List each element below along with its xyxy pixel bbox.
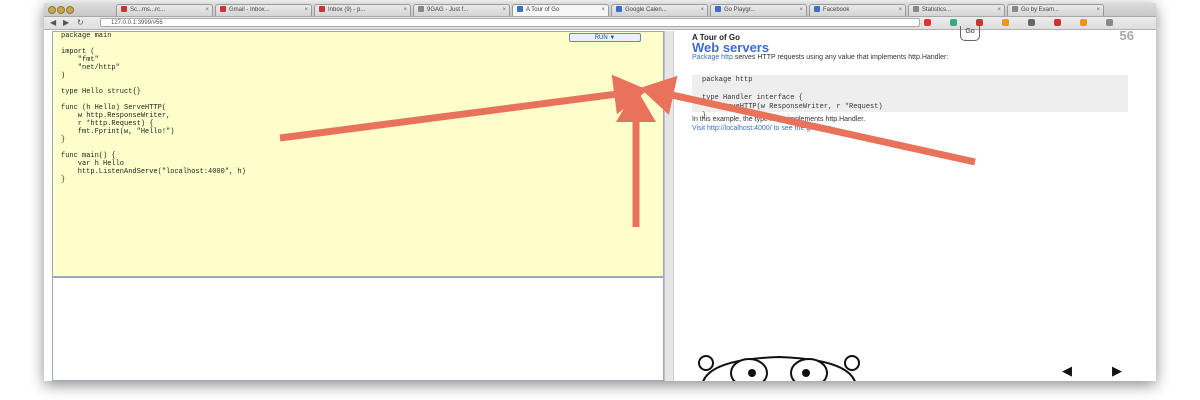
tab-close-icon[interactable]: × — [997, 5, 1001, 16]
browser-tab[interactable]: Inbox (9) - p... × — [314, 4, 411, 16]
go-logo[interactable]: Go — [960, 26, 980, 41]
tab-favicon-icon — [121, 6, 127, 12]
output-panel — [52, 277, 664, 381]
tab-bar: Sc...ms...rc... × Gmail - Inbox... × Inbox (… — [44, 3, 1156, 17]
tab-label: Facebook — [823, 7, 850, 13]
tab-close-icon[interactable]: × — [403, 5, 407, 16]
extension-icon[interactable] — [1054, 19, 1061, 26]
slide-code-box: package http type Handler interface { Se… — [692, 75, 1128, 120]
editor-code[interactable]: package main import ( "fmt" "net/http" )… — [61, 32, 246, 184]
visit-link[interactable]: Visit http://localhost:4000/ to see the … — [692, 124, 834, 133]
tab-favicon-icon — [616, 6, 622, 12]
tab-favicon-icon — [1012, 6, 1018, 12]
extension-icon[interactable] — [1080, 19, 1087, 26]
tab-close-icon[interactable]: × — [205, 5, 209, 16]
tab-label: 9GAG - Just f... — [427, 7, 469, 13]
extension-icon[interactable] — [1028, 19, 1035, 26]
browser-tab[interactable]: A Tour of Go × — [512, 4, 609, 16]
browser-tab[interactable]: Facebook × — [809, 4, 906, 16]
description-text: serves HTTP requests using any value tha… — [732, 54, 949, 61]
tab-close-icon[interactable]: × — [1096, 5, 1100, 16]
tab-favicon-icon — [220, 6, 226, 12]
run-button[interactable]: RUN ▼ — [569, 33, 641, 42]
package-http-link[interactable]: Package http — [692, 54, 733, 61]
browser-tab[interactable]: Sc...ms...rc... × — [116, 4, 213, 16]
tab-close-icon[interactable]: × — [601, 5, 605, 16]
extension-icon[interactable] — [976, 19, 983, 26]
code-editor[interactable]: package main import ( "fmt" "net/http" )… — [52, 31, 664, 277]
tab-favicon-icon — [319, 6, 325, 12]
tab-favicon-icon — [913, 6, 919, 12]
browser-toolbar: ◀ ▶ ↻ 127.0.0.1:3999/#56 — [44, 17, 1156, 30]
extension-icon[interactable] — [1106, 19, 1113, 26]
slide-number[interactable]: 56 — [1120, 28, 1134, 43]
tab-label: Go Playgr... — [724, 7, 756, 13]
tab-label: Inbox (9) - p... — [328, 7, 366, 13]
tab-favicon-icon — [418, 6, 424, 12]
browser-tab[interactable]: Statistics... × — [908, 4, 1005, 16]
forward-button[interactable]: ▶ — [63, 18, 69, 28]
gopher-mascot-icon — [698, 355, 860, 381]
zoom-window-icon[interactable] — [66, 6, 74, 14]
slide-description: Package http serves HTTP requests using … — [692, 53, 1132, 62]
tab-close-icon[interactable]: × — [799, 5, 803, 16]
back-button[interactable]: ◀ — [50, 18, 56, 28]
browser-tab[interactable]: Gmail - Inbox... × — [215, 4, 312, 16]
tab-close-icon[interactable]: × — [700, 5, 704, 16]
extension-icon[interactable] — [1002, 19, 1009, 26]
pane-divider[interactable] — [664, 31, 674, 381]
browser-window: Sc...ms...rc... × Gmail - Inbox... × Inbox (… — [44, 3, 1156, 381]
tab-close-icon[interactable]: × — [502, 5, 506, 16]
tab-label: Statistics... — [922, 7, 952, 13]
tab-label: A Tour of Go — [526, 7, 560, 13]
browser-tab[interactable]: Google Calen... × — [611, 4, 708, 16]
tab-label: Google Calen... — [625, 7, 667, 13]
next-slide-button[interactable]: ▶ — [1112, 364, 1122, 377]
tab-favicon-icon — [715, 6, 721, 12]
previous-slide-button[interactable]: ◀ — [1062, 364, 1072, 377]
tab-label: Go by Exam... — [1021, 7, 1060, 13]
tab-favicon-icon — [814, 6, 820, 12]
tab-label: Gmail - Inbox... — [229, 7, 270, 13]
tab-close-icon[interactable]: × — [304, 5, 308, 16]
tab-close-icon[interactable]: × — [898, 5, 902, 16]
tab-favicon-icon — [517, 6, 523, 12]
slide-panel: A Tour of Go Web servers Go 56 Package h… — [674, 26, 1156, 381]
browser-tab[interactable]: Go Playgr... × — [710, 4, 807, 16]
reload-button[interactable]: ↻ — [77, 18, 84, 28]
extension-icon[interactable] — [950, 19, 957, 26]
browser-tab[interactable]: 9GAG - Just f... × — [413, 4, 510, 16]
address-bar[interactable]: 127.0.0.1:3999/#56 — [100, 18, 920, 27]
browser-tab[interactable]: Go by Exam... × — [1007, 4, 1104, 16]
extension-icon[interactable] — [924, 19, 931, 26]
tab-label: Sc...ms...rc... — [130, 7, 166, 13]
minimize-window-icon[interactable] — [57, 6, 65, 14]
slide-example-text: In this example, the type Hello implemen… — [692, 116, 866, 123]
close-window-icon[interactable] — [48, 6, 56, 14]
